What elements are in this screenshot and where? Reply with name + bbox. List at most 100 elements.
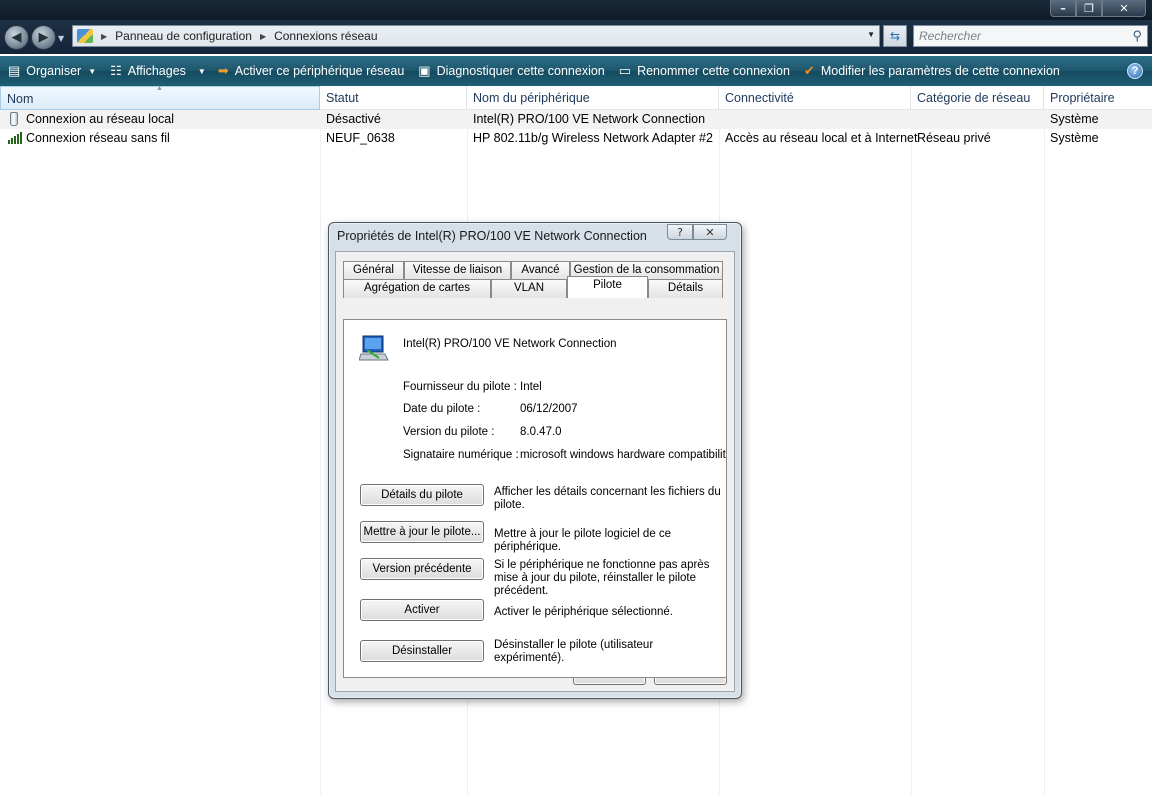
dialog-title-buttons: ? ✕ [667, 224, 727, 240]
sort-ascending-icon: ▲ [156, 85, 163, 92]
roll-back-driver-button[interactable]: Version précédente [360, 558, 484, 580]
checkmark-icon: ✔ [803, 63, 815, 78]
search-icon[interactable]: ⚲ [1132, 28, 1142, 44]
connection-device: Intel(R) PRO/100 VE Network Connection [473, 112, 706, 126]
history-dropdown-icon[interactable]: ▼ [58, 34, 64, 43]
column-name-label: Nom [7, 92, 34, 106]
column-headers: Nom ▲ Statut Nom du périphérique Connect… [0, 85, 1152, 110]
driver-date-value: 06/12/2007 [520, 403, 578, 415]
ethernet-plug-icon [10, 112, 18, 126]
diagnose-label: Diagnostiquer cette connexion [436, 64, 605, 78]
dialog-help-button[interactable]: ? [667, 224, 693, 240]
column-device-label: Nom du périphérique [473, 91, 590, 105]
enable-device-dialog-button[interactable]: Activer [360, 599, 484, 621]
driver-provider-label: Fournisseur du pilote : [403, 381, 517, 393]
connection-row-wireless[interactable]: Connexion réseau sans fil NEUF_0638 HP 8… [0, 129, 1152, 148]
connection-owner: Système [1050, 131, 1099, 145]
chevron-right-icon[interactable]: ▶ [260, 32, 266, 41]
rename-button[interactable]: ▭ Renommer cette connexion [619, 63, 790, 79]
address-toolbar: ◀ ▶ ▼ ▶ Panneau de configuration ▶ Conne… [0, 20, 1152, 54]
update-driver-button[interactable]: Mettre à jour le pilote... [360, 521, 484, 543]
forward-button[interactable]: ▶ [31, 25, 56, 50]
tab-general[interactable]: Général [343, 261, 404, 280]
column-category-label: Catégorie de réseau [917, 91, 1031, 105]
uninstall-driver-button[interactable]: Désinstaller [360, 640, 484, 662]
restore-button[interactable]: ❐ [1076, 0, 1102, 17]
connection-status: Désactivé [326, 112, 381, 126]
search-placeholder: Rechercher [919, 29, 982, 43]
dialog-title: Propriétés de Intel(R) PRO/100 VE Networ… [337, 229, 647, 243]
tab-details[interactable]: Détails [648, 279, 723, 298]
search-input[interactable]: Rechercher ⚲ [913, 25, 1148, 47]
column-header-device[interactable]: Nom du périphérique [467, 86, 719, 110]
tab-advanced[interactable]: Avancé [511, 261, 570, 280]
change-settings-label: Modifier les paramètres de cette connexi… [820, 64, 1060, 78]
column-header-status[interactable]: Statut [320, 86, 467, 110]
address-dropdown-icon[interactable]: ▼ [867, 30, 875, 39]
views-label: Affichages [127, 64, 186, 78]
enable-device-button[interactable]: ➡ Activer ce périphérique réseau [218, 63, 404, 79]
roll-back-driver-description: Si le périphérique ne fonctionne pas apr… [494, 559, 710, 597]
driver-panel: Intel(R) PRO/100 VE Network Connection F… [343, 319, 727, 678]
column-divider [320, 110, 321, 795]
column-header-owner[interactable]: Propriétaire [1044, 86, 1152, 110]
digital-signer-row: Signataire numérique : microsoft windows… [403, 449, 726, 465]
tab-vlan[interactable]: VLAN [491, 279, 567, 298]
close-button[interactable]: ✕ [1102, 0, 1146, 17]
driver-details-button[interactable]: Détails du pilote [360, 484, 484, 506]
refresh-icon: ⇆ [889, 29, 901, 43]
device-name: Intel(R) PRO/100 VE Network Connection [403, 338, 617, 350]
diagnose-button[interactable]: ▣ Diagnostiquer cette connexion [418, 63, 604, 79]
column-status-label: Statut [326, 91, 359, 105]
driver-version-value: 8.0.47.0 [520, 426, 562, 438]
enable-device-label: Activer ce périphérique réseau [234, 64, 405, 78]
uninstall-driver-description: Désinstaller le pilote (utilisateur expé… [494, 639, 654, 664]
breadcrumb-control-panel[interactable]: Panneau de configuration [115, 29, 252, 43]
breadcrumb-network-connections[interactable]: Connexions réseau [274, 29, 377, 43]
address-bar[interactable]: ▶ Panneau de configuration ▶ Connexions … [72, 25, 880, 47]
dialog-close-button[interactable]: ✕ [693, 224, 727, 240]
tab-driver[interactable]: Pilote [567, 276, 648, 298]
rename-label: Renommer cette connexion [637, 64, 790, 78]
connection-owner: Système [1050, 112, 1099, 126]
window-controls: – ❐ ✕ [1050, 0, 1146, 17]
organize-button[interactable]: ▤ Organiser ▼ [8, 63, 96, 79]
tab-teaming[interactable]: Agrégation de cartes [343, 279, 491, 298]
back-button[interactable]: ◀ [4, 25, 29, 50]
connection-device: HP 802.11b/g Wireless Network Adapter #2 [473, 131, 713, 145]
enable-device-description: Activer le périphérique sélectionné. [494, 606, 673, 618]
column-divider [1044, 110, 1045, 795]
organize-icon: ▤ [8, 63, 21, 78]
driver-version-label: Version du pilote : [403, 426, 495, 438]
rename-icon: ▭ [618, 63, 632, 78]
wireless-signal-icon [8, 132, 24, 144]
command-bar: ▤ Organiser ▼ ☷ Affichages ▼ ➡ Activer c… [0, 56, 1152, 86]
chevron-down-icon: ▼ [88, 66, 97, 76]
help-icon[interactable]: ? [1127, 63, 1143, 79]
network-adapter-icon [359, 335, 389, 361]
connection-status: NEUF_0638 [326, 131, 395, 145]
digital-signer-value: microsoft windows hardware compatibility… [520, 449, 726, 461]
digital-signer-label: Signataire numérique : [403, 449, 519, 461]
column-header-connectivity[interactable]: Connectivité [719, 86, 911, 110]
connection-name: Connexion réseau sans fil [26, 131, 170, 145]
chevron-right-icon[interactable]: ▶ [101, 32, 107, 41]
chevron-down-icon: ▼ [197, 66, 206, 76]
views-button[interactable]: ☷ Affichages ▼ [110, 63, 206, 79]
control-panel-icon [77, 29, 93, 43]
tab-link-speed[interactable]: Vitesse de liaison [404, 261, 511, 280]
connection-connectivity: Accès au réseau local et à Internet [725, 131, 918, 145]
column-owner-label: Propriétaire [1050, 91, 1115, 105]
refresh-button[interactable]: ⇆ [883, 25, 907, 47]
organize-label: Organiser [26, 64, 82, 78]
dialog-body: Général Vitesse de liaison Avancé Gestio… [335, 251, 735, 692]
update-driver-description: Mettre à jour le pilote logiciel de ce p… [494, 528, 672, 553]
driver-date-label: Date du pilote : [403, 403, 481, 415]
driver-details-description: Afficher les détails concernant les fich… [494, 486, 721, 511]
column-header-category[interactable]: Catégorie de réseau [911, 86, 1044, 110]
connection-row-lan[interactable]: Connexion au réseau local Désactivé Inte… [0, 110, 1152, 129]
minimize-button[interactable]: – [1050, 0, 1076, 17]
diagnose-icon: ▣ [418, 63, 431, 78]
driver-provider-value: Intel [520, 381, 542, 393]
change-settings-button[interactable]: ✔ Modifier les paramètres de cette conne… [804, 63, 1060, 79]
